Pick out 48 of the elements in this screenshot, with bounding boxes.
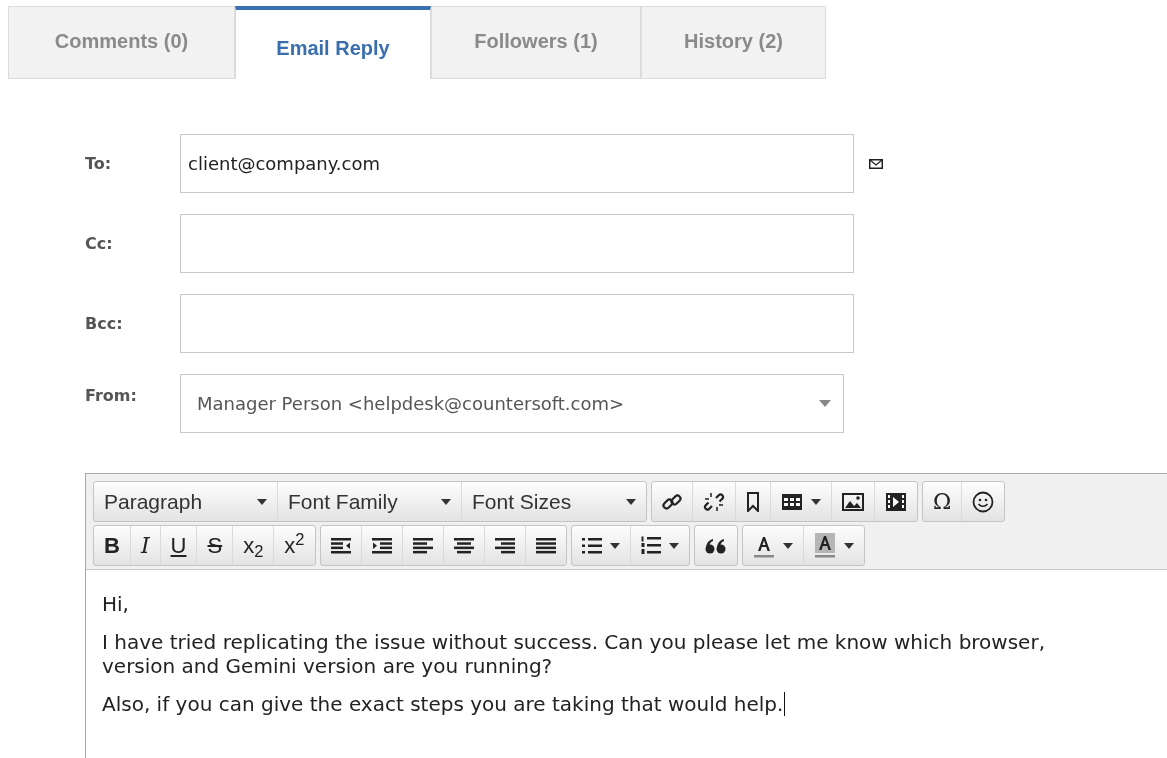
link-icon [662,491,682,512]
bullet-list-icon [581,536,602,555]
field-label: Cc: [85,232,114,255]
from-dropdown[interactable]: Manager Person <helpdesk@countersoft.com> [180,374,844,433]
input-field[interactable] [180,214,854,273]
outdent-icon [330,536,351,555]
format-button[interactable]: U [160,526,198,565]
image-icon [842,492,864,511]
caret-icon [441,498,451,505]
numbered-list-icon [640,536,661,555]
envelope-icon[interactable] [869,158,883,169]
message-paragraph: Hi, [102,592,130,616]
caret-icon [819,399,831,408]
align-right-icon [494,536,515,555]
tab[interactable]: Email Reply [235,6,431,79]
format-button[interactable]: x$^{2}$ [274,526,315,565]
caret-icon [257,498,267,505]
indent-icon [371,536,392,555]
format-button[interactable]: S [197,526,234,565]
caret-icon [782,542,793,549]
film-icon [885,491,907,512]
field-label: To: [85,152,113,175]
field-label: From: [85,385,138,407]
smiley-icon [972,490,995,513]
format-button[interactable]: x$_{2}$ [233,526,275,565]
format-dropdown[interactable]: Font Family [278,482,462,521]
format-dropdown[interactable]: Paragraph [94,482,278,521]
caret-icon [843,542,854,549]
caret-icon [626,498,636,505]
input-field[interactable]: client@company.com [180,134,854,193]
input-field[interactable] [180,294,854,353]
align-left-icon [412,536,433,555]
field-label: Bcc: [85,312,124,335]
caret-icon [609,542,620,549]
highlight-color-icon [813,532,836,559]
caret-icon [811,498,821,505]
message-paragraph: Also, if you can give the exact steps you are taking that would help. [102,692,786,716]
table-icon [781,492,803,511]
align-center-icon [453,536,474,555]
format-button[interactable]: B [94,526,131,565]
format-dropdown[interactable]: Font Sizes [462,482,646,521]
quote-icon [704,537,727,554]
bookmark-icon [746,491,760,512]
justify-icon [535,536,556,555]
format-button[interactable]: I [130,526,161,565]
format-button[interactable]: Ω [923,482,963,521]
caret-icon [668,542,679,549]
message-paragraph: I have tried replicating the issue without success. Can you please let me know which browser, version and Gemini version are you running? [102,630,1046,678]
